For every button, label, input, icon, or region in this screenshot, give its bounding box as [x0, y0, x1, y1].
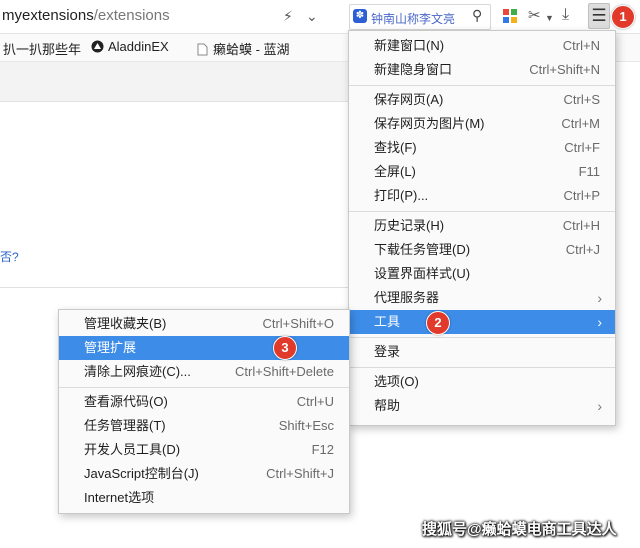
paw-icon: ✽ — [353, 9, 367, 23]
menu-icon[interactable]: ☰ — [588, 3, 610, 29]
address-toolbar: myextensions/extensions ⚡ ⌄ ✽ 钟南山称李文亮 ⚲ … — [0, 0, 640, 34]
menu-item-new-window[interactable]: 新建窗口(N) Ctrl+N — [349, 34, 615, 58]
search-placeholder: 钟南山称李文亮 — [371, 12, 456, 26]
chevron-right-icon: › — [597, 290, 602, 306]
main-menu: 新建窗口(N) Ctrl+N 新建隐身窗口 Ctrl+Shift+N 保存网页(A)… — [348, 30, 616, 426]
search-icon[interactable]: ⚲ — [472, 7, 482, 24]
apps-icon[interactable] — [503, 9, 517, 23]
lightning-icon[interactable]: ⚡ — [283, 6, 293, 26]
menu-item-task-manager[interactable]: 任务管理器(T) Shift+Esc — [59, 414, 349, 438]
menu-item-manage-extensions[interactable]: 管理扩展 — [59, 336, 349, 360]
menu-item-new-incognito[interactable]: 新建隐身窗口 Ctrl+Shift+N — [349, 58, 615, 82]
download-icon[interactable]: ⤓ — [562, 5, 569, 25]
menu-separator — [349, 85, 615, 86]
menu-item-dev-tools[interactable]: 开发人员工具(D) F12 — [59, 438, 349, 462]
chevron-right-icon: › — [597, 314, 602, 330]
menu-item-internet-options[interactable]: Internet选项 — [59, 486, 349, 510]
menu-item-view-source[interactable]: 查看源代码(O) Ctrl+U — [59, 390, 349, 414]
bookmark-label: 癞蛤蟆 - 蓝湖 — [213, 42, 290, 57]
menu-separator — [349, 367, 615, 368]
menu-item-downloads[interactable]: 下载任务管理(D) Ctrl+J — [349, 238, 615, 262]
scissors-icon[interactable]: ✂ — [528, 6, 541, 26]
menu-item-js-console[interactable]: JavaScript控制台(J) Ctrl+Shift+J — [59, 462, 349, 486]
menu-separator — [59, 387, 349, 388]
menu-separator — [349, 211, 615, 212]
step-badge-3: 3 — [273, 336, 297, 360]
menu-item-history[interactable]: 历史记录(H) Ctrl+H — [349, 214, 615, 238]
menu-item-save-as-image[interactable]: 保存网页为图片(M) Ctrl+M — [349, 112, 615, 136]
menu-item-proxy[interactable]: 代理服务器 › — [349, 286, 615, 310]
url-host: myextensions — [2, 7, 94, 24]
address-bar[interactable]: myextensions/extensions — [2, 7, 170, 24]
scissors-dropdown-icon[interactable]: ▼ — [545, 8, 554, 28]
menu-item-ui-style[interactable]: 设置界面样式(U) — [349, 262, 615, 286]
page-header-band — [0, 62, 350, 102]
bookmark-item[interactable]: AladdinEX — [91, 39, 169, 54]
page-icon — [196, 43, 209, 56]
step-badge-1: 1 — [611, 5, 635, 29]
search-input[interactable]: ✽ 钟南山称李文亮 ⚲ — [349, 4, 491, 30]
bookmark-item[interactable]: 扒一扒那些年 — [3, 39, 81, 58]
tools-submenu: 管理收藏夹(B) Ctrl+Shift+O 管理扩展 清除上网痕迹(C)... Ct… — [58, 309, 350, 514]
menu-item-find[interactable]: 查找(F) Ctrl+F — [349, 136, 615, 160]
url-path: /extensions — [93, 7, 170, 24]
menu-item-clear-history[interactable]: 清除上网痕迹(C)... Ctrl+Shift+Delete — [59, 360, 349, 384]
menu-item-login[interactable]: 登录 — [349, 340, 615, 364]
menu-item-save-page[interactable]: 保存网页(A) Ctrl+S — [349, 88, 615, 112]
aladdin-icon — [91, 40, 104, 53]
menu-item-fullscreen[interactable]: 全屏(L) F11 — [349, 160, 615, 184]
chevron-right-icon: › — [597, 398, 602, 414]
menu-item-tools[interactable]: 工具 › — [349, 310, 615, 334]
menu-item-help[interactable]: 帮助 › — [349, 394, 615, 418]
page-edge-text[interactable]: 否? — [0, 248, 19, 265]
menu-item-options[interactable]: 选项(O) — [349, 370, 615, 394]
bookmark-label: 扒一扒那些年 — [3, 42, 82, 57]
chevron-down-icon[interactable]: ⌄ — [306, 6, 318, 26]
menu-item-print[interactable]: 打印(P)... Ctrl+P — [349, 184, 615, 208]
bookmark-label: AladdinEX — [108, 39, 169, 54]
menu-item-manage-favorites[interactable]: 管理收藏夹(B) Ctrl+Shift+O — [59, 312, 349, 336]
step-badge-2: 2 — [426, 311, 450, 335]
page-divider — [0, 287, 350, 288]
watermark: 搜狐号@癞蛤蟆电商工具达人 — [422, 521, 617, 538]
bookmark-item[interactable]: 癞蛤蟆 - 蓝湖 — [196, 39, 290, 58]
menu-separator — [349, 337, 615, 338]
